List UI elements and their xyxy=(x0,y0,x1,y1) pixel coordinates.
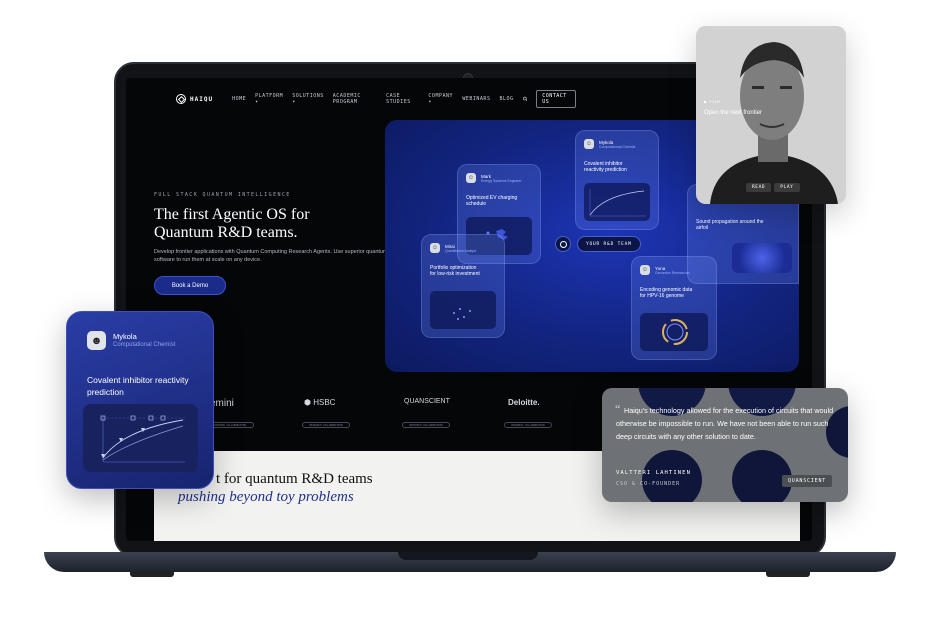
airfoil-visual xyxy=(732,243,792,273)
search-icon[interactable] xyxy=(522,96,528,102)
chemist-task: Covalent inhibitor reactivity prediction xyxy=(87,375,189,397)
agent-task: Optimized EV charging schedule xyxy=(466,195,518,207)
haiqu-logo-icon xyxy=(176,94,186,104)
hero-subtitle: Develop frontier applications with Quant… xyxy=(154,249,388,263)
agent-role: Genomics Researcher xyxy=(655,270,690,275)
avatar: ☺ xyxy=(430,243,440,253)
nav-platform[interactable]: PLATFORM ▾ xyxy=(255,93,283,105)
reactivity-curve-visual xyxy=(584,183,650,221)
nav-webinars[interactable]: WEBINARS xyxy=(462,96,490,102)
section-heading-line-1: t for quantum R&D teams xyxy=(216,471,373,487)
chemist-name: Mykola xyxy=(113,332,137,341)
agent-card-mykola[interactable]: ☺ Mykola Computational Chemist Covalent in… xyxy=(575,130,659,230)
nav-case-studies[interactable]: CASE STUDIES xyxy=(386,93,419,105)
agent-card-mirai[interactable]: ☺ Mirai Quantitative Analyst Portfolio opt… xyxy=(421,234,505,338)
logo-hsbc-text: HSBC xyxy=(313,398,336,407)
logo-tag: RESEARCH COLLABORATION xyxy=(302,422,350,428)
hero-title-line-1: The first Agentic OS for xyxy=(154,206,310,223)
partner-logos: emini PARTNER COLLABORATION ⬢ HSBC RESEA… xyxy=(206,398,566,438)
chemist-role: Computational Chemist xyxy=(113,342,176,348)
team-hub-icon xyxy=(555,236,571,252)
laptop-foot xyxy=(766,572,810,577)
hero-eyebrow: FULL STACK QUANTUM INTELLIGENCE xyxy=(154,192,291,198)
genome-ring-visual xyxy=(640,313,708,351)
company-tag[interactable]: QUANSCIENT xyxy=(782,475,833,487)
avatar: ☺ xyxy=(466,173,476,183)
avatar: ☺ xyxy=(640,265,650,275)
film-card[interactable]: ■ FILM Open the next frontier READ PLAY xyxy=(696,26,846,204)
quote-author: VALTTERI LAHTINEN xyxy=(616,470,691,476)
chemist-card[interactable]: ☻ Mykola Computational Chemist Covalent … xyxy=(66,311,214,489)
hsbc-hexagon-icon: ⬢ xyxy=(304,398,314,407)
reactivity-chart-visual xyxy=(83,404,198,472)
agent-role: Computational Chemist xyxy=(599,144,636,149)
film-actions: READ PLAY xyxy=(746,183,800,192)
agent-task: Covalent inhibitor reactivity prediction xyxy=(584,161,627,173)
logo-tag: BUSINESS COLLABORATION xyxy=(504,422,552,428)
agent-task: Encoding genomic data for HPV-16 genome xyxy=(640,287,693,299)
agent-role: Quantitative Analyst xyxy=(445,248,476,253)
team-label: YOUR R&D TEAM xyxy=(577,236,641,252)
contact-button[interactable]: CONTACT US xyxy=(536,90,576,108)
logo-tag: RESEARCH COLLABORATION xyxy=(402,422,450,428)
scatter-visual xyxy=(430,291,496,329)
film-tag: ■ FILM xyxy=(704,100,721,104)
nav-blog[interactable]: BLOG xyxy=(499,96,513,102)
agent-role: Energy Systems Engineer xyxy=(481,178,522,183)
laptop-notch xyxy=(398,552,538,560)
quote-role: CSO & CO-FOUNDER xyxy=(616,481,681,487)
play-button[interactable]: PLAY xyxy=(774,183,800,192)
logo-quanscient: QUANSCIENT xyxy=(404,398,450,405)
logo-deloitte: Deloitte. xyxy=(508,398,540,407)
logo-hsbc: ⬢ HSBC xyxy=(304,398,335,407)
agent-task: Sound propagation around the airfoil xyxy=(696,219,764,231)
top-nav: HAIQU HOME PLATFORM ▾ SOLUTIONS ▾ ACADEM… xyxy=(176,90,576,108)
your-team-tag: YOUR R&D TEAM xyxy=(555,236,641,252)
laptop-foot xyxy=(130,572,174,577)
brand-name: HAIQU xyxy=(190,95,214,103)
testimonial-card: “ Haiqu's technology allowed for the exe… xyxy=(602,388,848,502)
avatar: ☻ xyxy=(87,331,106,350)
hero-title-line-2: Quantum R&D teams. xyxy=(154,224,298,241)
hero-title: The first Agentic OS for Quantum R&D tea… xyxy=(154,206,394,242)
avatar: ☺ xyxy=(584,139,594,149)
read-button[interactable]: READ xyxy=(746,183,772,192)
brand-logo[interactable]: HAIQU xyxy=(176,94,213,104)
section-heading-line-2: pushing beyond toy problems xyxy=(178,489,354,505)
nav-company[interactable]: COMPANY ▾ xyxy=(428,93,453,105)
agent-task: Portfolio optimization for low-risk inve… xyxy=(430,265,480,277)
film-headline: Open the next frontier xyxy=(704,110,763,116)
nav-solutions[interactable]: SOLUTIONS ▾ xyxy=(292,93,324,105)
nav-home[interactable]: HOME xyxy=(232,96,246,102)
quote-text: Haiqu's technology allowed for the execu… xyxy=(616,406,834,441)
book-demo-button[interactable]: Book a Demo xyxy=(154,276,226,295)
nav-academic[interactable]: ACADEMIC PROGRAM xyxy=(333,93,377,105)
